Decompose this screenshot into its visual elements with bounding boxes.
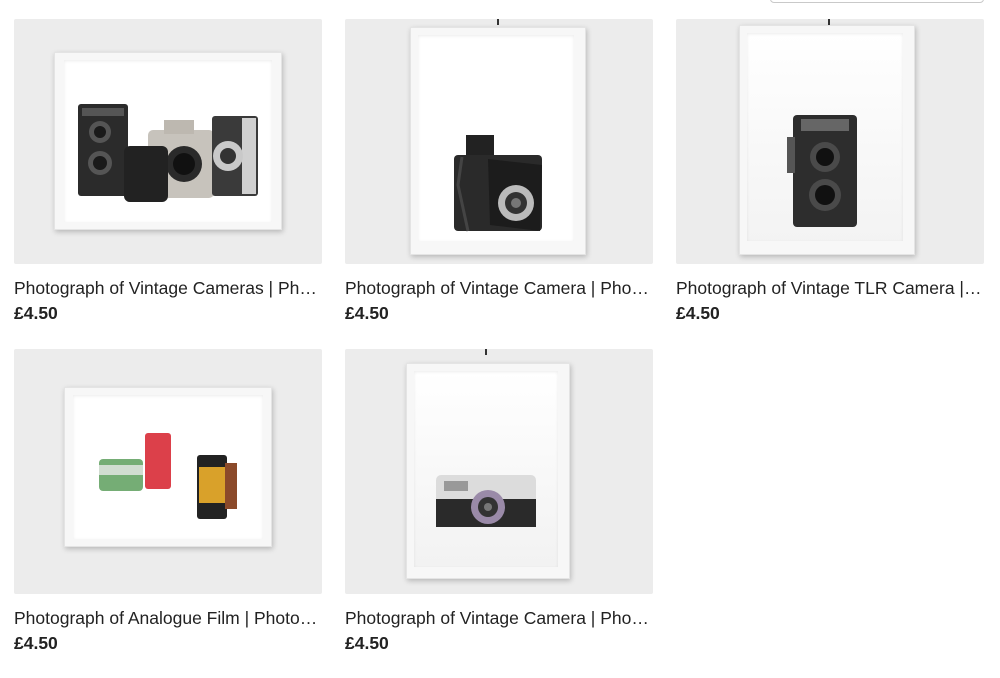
listing-title[interactable]: Photograph of Vintage Camera | Photograp…	[345, 278, 651, 298]
tlr-camera-icon	[787, 115, 857, 227]
listing-image[interactable]	[676, 19, 984, 264]
listing-image[interactable]	[345, 349, 653, 594]
listing-title[interactable]: Photograph of Vintage Camera | Photograp…	[345, 608, 651, 628]
listing-card[interactable]: Photograph of Vintage Camera | Photograp…	[345, 19, 653, 323]
listing-image[interactable]	[345, 19, 653, 264]
listing-card[interactable]: Photograph of Vintage Camera | Photograp…	[345, 349, 653, 653]
listing-price: £4.50	[676, 303, 720, 323]
sort-dropdown[interactable]	[770, 0, 984, 3]
listing-price: £4.50	[14, 303, 58, 323]
listing-price: £4.50	[345, 303, 389, 323]
listing-price: £4.50	[345, 633, 389, 653]
vintage-cameras-icon	[78, 104, 258, 202]
listing-title[interactable]: Photograph of Vintage Cameras | Photogra…	[14, 278, 320, 298]
listing-image[interactable]	[14, 349, 322, 594]
listing-price: £4.50	[14, 633, 58, 653]
listing-card[interactable]: Photograph of Vintage Cameras | Photogra…	[14, 19, 322, 323]
listing-title[interactable]: Photograph of Vintage TLR Camera | Photo…	[676, 278, 982, 298]
hanging-hook-icon	[497, 19, 499, 25]
folding-camera-icon	[454, 135, 542, 232]
listing-card[interactable]: Photograph of Vintage TLR Camera | Photo…	[676, 19, 984, 323]
listing-card[interactable]: Photograph of Analogue Film | Photograph…	[14, 349, 322, 653]
hanging-hook-icon	[485, 349, 487, 355]
listing-image[interactable]	[14, 19, 322, 264]
film-canisters-icon	[99, 433, 237, 519]
listing-title[interactable]: Photograph of Analogue Film | Photograph…	[14, 608, 320, 628]
compact-camera-icon	[436, 475, 536, 527]
